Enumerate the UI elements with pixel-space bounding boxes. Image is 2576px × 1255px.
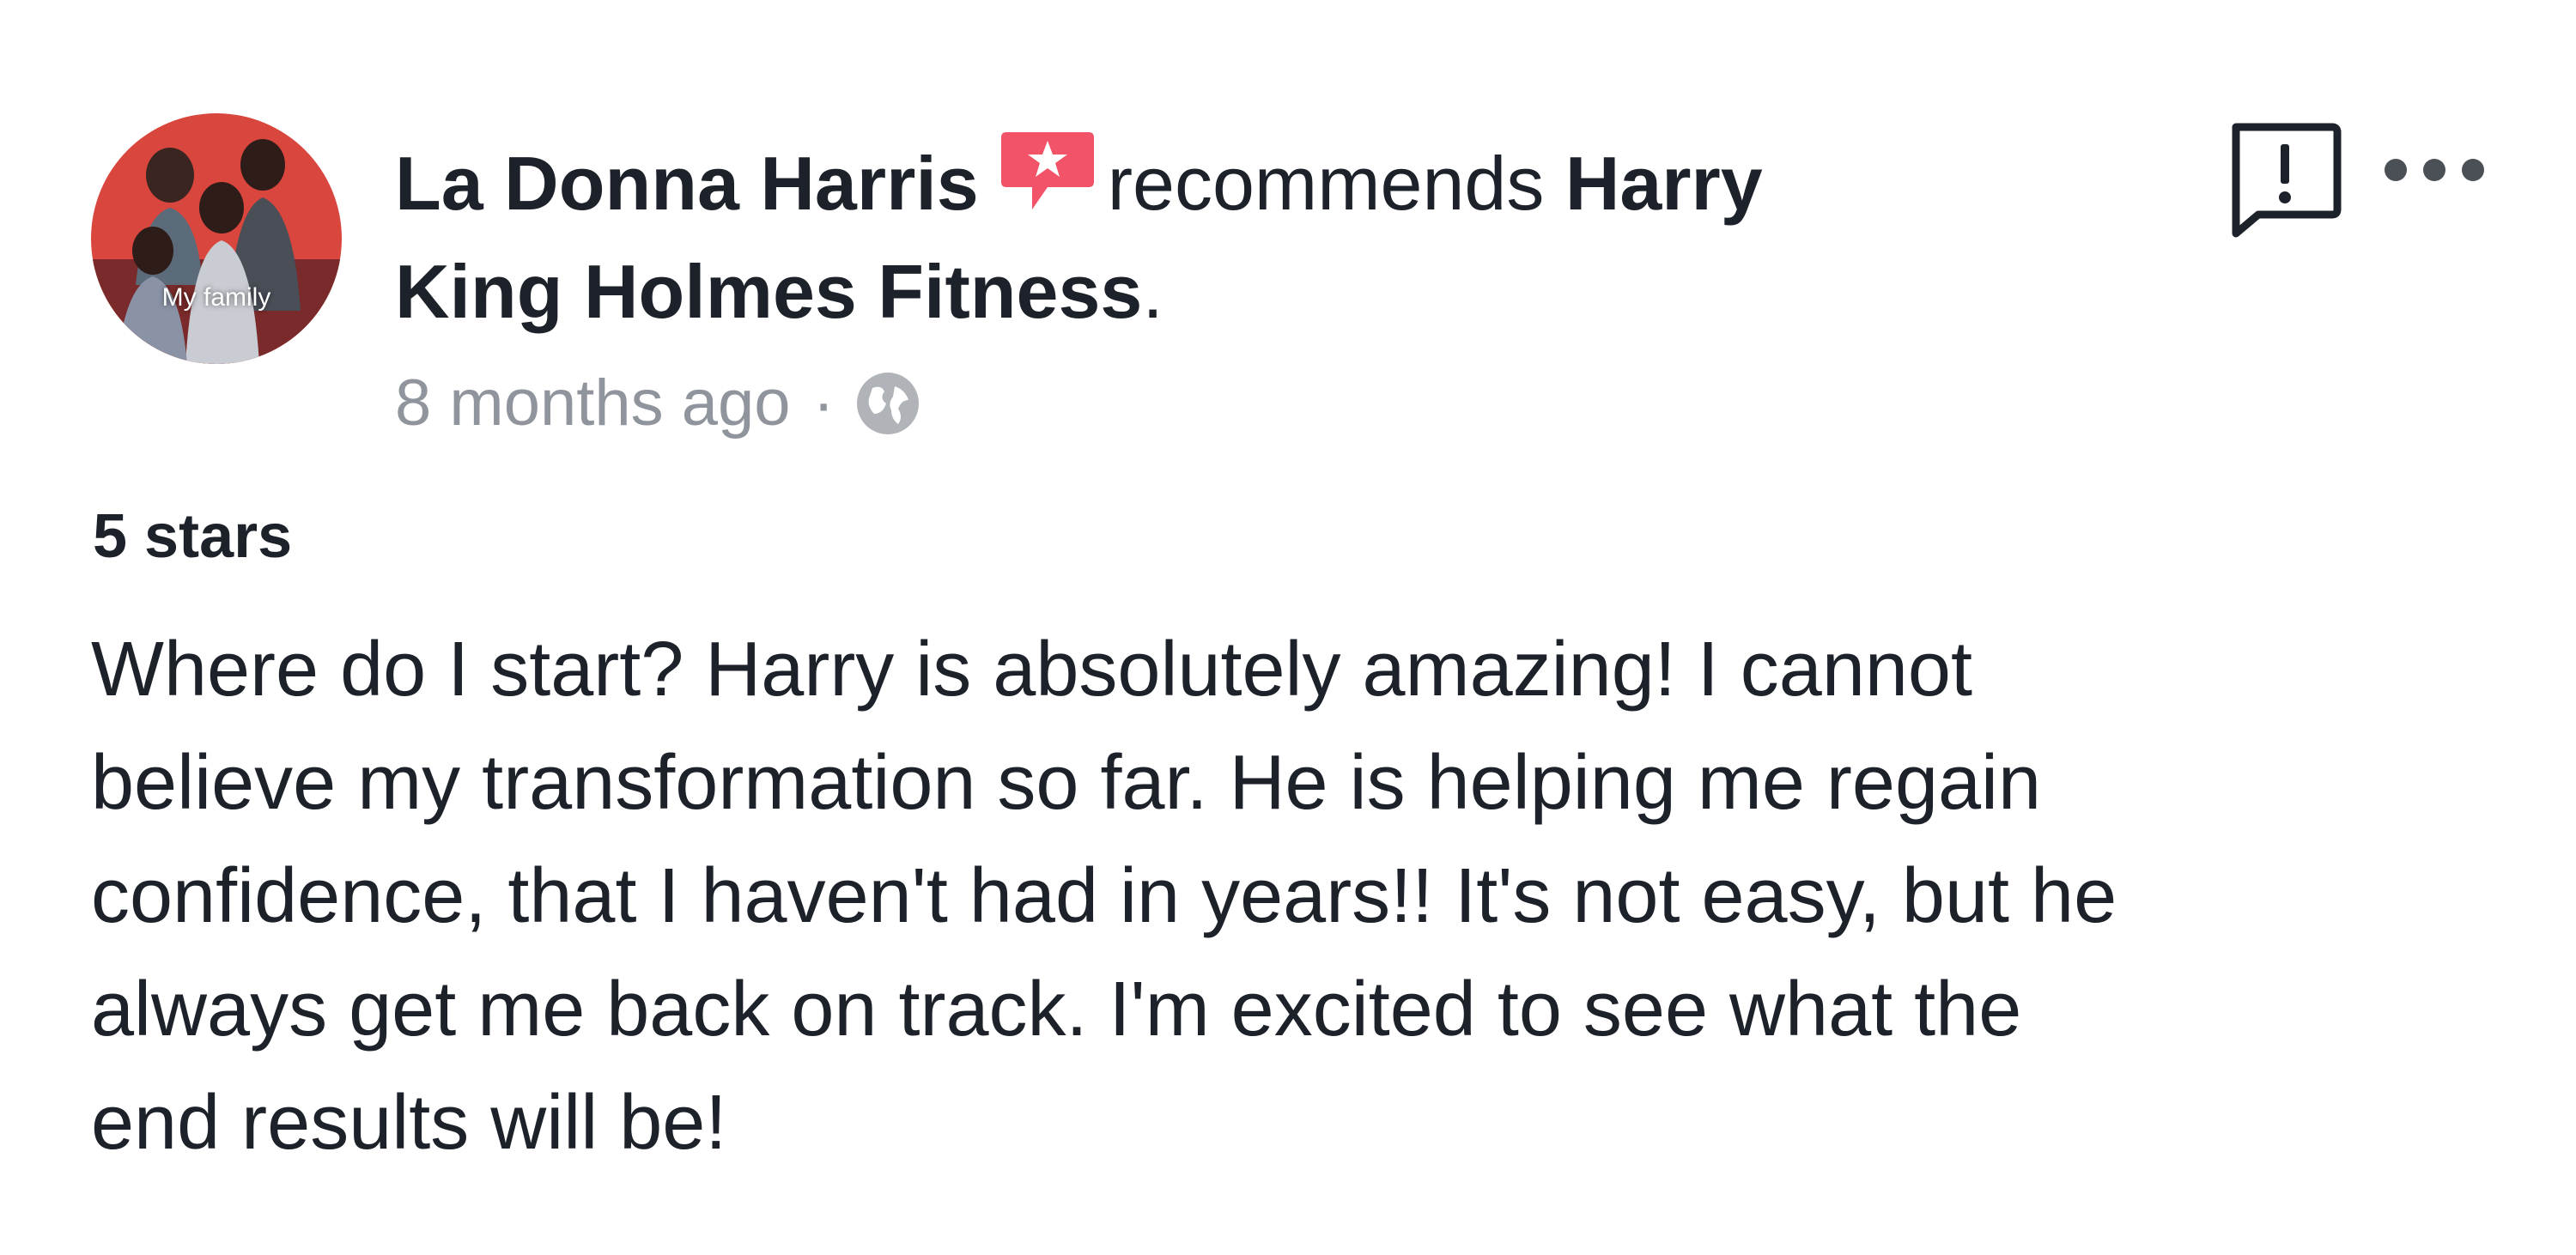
recommends-text: recommends [1107, 141, 1545, 226]
review-line: end results will be! [91, 1080, 727, 1166]
author-avatar[interactable]: My family [91, 113, 342, 364]
review-line: believe my transformation so far. He is … [91, 740, 2042, 826]
avatar-caption: My family [161, 283, 271, 312]
post-meta: 8 months ago · [395, 365, 922, 442]
globe-icon[interactable] [854, 369, 922, 438]
review-line: Where do I start? Harry is absolutely am… [91, 627, 1972, 712]
avatar-photo [91, 113, 342, 364]
page-name-part1[interactable]: Harry [1565, 141, 1763, 226]
recommendation-star-icon [998, 129, 1097, 215]
rating-label: 5 stars [93, 502, 293, 571]
post-timestamp[interactable]: 8 months ago [395, 365, 791, 442]
report-icon[interactable] [2224, 118, 2344, 239]
author-name[interactable]: La Donna Harris [395, 141, 979, 226]
review-line: confidence, that I haven't had in years!… [91, 853, 2117, 939]
more-options-icon[interactable] [2379, 153, 2490, 187]
review-text: Where do I start? Harry is absolutely am… [91, 613, 2530, 1179]
meta-separator: · [812, 367, 835, 440]
post-header: La Donna Harris recommends Harry King Hol… [395, 129, 2095, 346]
review-line: always get me back on track. I'm excited… [91, 967, 2022, 1052]
header-period: . [1142, 249, 1163, 334]
page-name-part2[interactable]: King Holmes Fitness [395, 249, 1142, 334]
